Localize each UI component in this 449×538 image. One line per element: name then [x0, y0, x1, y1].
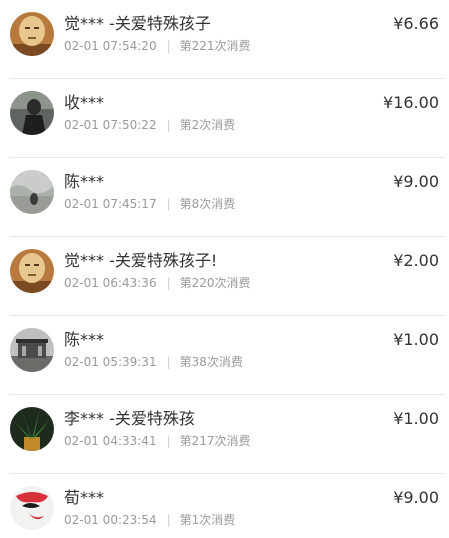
record-amount: ¥1.00	[393, 409, 439, 428]
meta-separator: |	[166, 39, 171, 53]
record-meta: 02-01 00:23:54 | 第1次消费	[64, 512, 235, 528]
record-count: 第221次消费	[179, 39, 251, 53]
record-amount: ¥1.00	[393, 330, 439, 349]
record-amount: ¥9.00	[393, 172, 439, 191]
record-meta: 02-01 07:45:17 | 第8次消费	[64, 196, 235, 212]
record-meta: 02-01 07:50:22 | 第2次消费	[64, 117, 235, 133]
donor-name-line: 觉*** -关爱特殊孩子!	[64, 251, 217, 271]
donor-name: 收***	[64, 93, 105, 112]
dark-person-avatar	[10, 91, 54, 135]
opera-mask-avatar	[10, 486, 54, 530]
list-item: 觉*** -关爱特殊孩子 02-01 07:54:20 | 第221次消费 ¥6.6…	[0, 0, 449, 79]
record-meta: 02-01 05:39:31 | 第38次消费	[64, 354, 243, 370]
donor-name-line: 陈***	[64, 330, 104, 350]
donation-record-list: 觉*** -关爱特殊孩子 02-01 07:54:20 | 第221次消费 ¥6.6…	[0, 0, 449, 538]
record-time: 02-01 07:54:20	[64, 39, 157, 53]
record-meta: 02-01 04:33:41 | 第217次消费	[64, 433, 251, 449]
meta-separator: |	[166, 434, 171, 448]
green-plant-avatar	[10, 407, 54, 451]
record-amount: ¥9.00	[393, 488, 439, 507]
meta-separator: |	[166, 197, 171, 211]
donor-name-line: 荀***	[64, 488, 104, 508]
record-time: 02-01 07:45:17	[64, 197, 157, 211]
donor-name-line: 李*** -关爱特殊孩	[64, 409, 195, 429]
record-amount: ¥6.66	[393, 14, 439, 33]
meta-separator: |	[166, 513, 171, 527]
donor-name: 觉***	[64, 14, 105, 33]
record-time: 02-01 04:33:41	[64, 434, 157, 448]
record-count: 第217次消费	[179, 434, 251, 448]
record-count: 第2次消费	[179, 118, 236, 132]
record-time: 02-01 00:23:54	[64, 513, 157, 527]
meta-separator: |	[166, 118, 171, 132]
misty-landscape-avatar	[10, 170, 54, 214]
list-item: 荀*** 02-01 00:23:54 | 第1次消费 ¥9.00	[0, 474, 449, 538]
donor-note: -关爱特殊孩	[104, 409, 195, 428]
donor-name-line: 收***	[64, 93, 104, 113]
donor-name: 陈***	[64, 172, 105, 191]
record-count: 第38次消费	[179, 355, 243, 369]
record-meta: 02-01 07:54:20 | 第221次消费	[64, 38, 251, 54]
donor-note: -关爱特殊孩子!	[104, 251, 218, 270]
record-amount: ¥16.00	[383, 93, 439, 112]
record-amount: ¥2.00	[393, 251, 439, 270]
record-time: 02-01 06:43:36	[64, 276, 157, 290]
donor-name: 李***	[64, 409, 105, 428]
record-time: 02-01 05:39:31	[64, 355, 157, 369]
record-time: 02-01 07:50:22	[64, 118, 157, 132]
donor-name: 觉***	[64, 251, 105, 270]
donor-note: -关爱特殊孩子	[104, 14, 211, 33]
list-item: 陈*** 02-01 05:39:31 | 第38次消费 ¥1.00	[0, 316, 449, 395]
list-item: 收*** 02-01 07:50:22 | 第2次消费 ¥16.00	[0, 79, 449, 158]
list-item: 陈*** 02-01 07:45:17 | 第8次消费 ¥9.00	[0, 158, 449, 237]
meta-separator: |	[166, 355, 171, 369]
buddha-face-avatar	[10, 249, 54, 293]
donor-name: 陈***	[64, 330, 105, 349]
buddha-face-avatar	[10, 12, 54, 56]
donor-name-line: 觉*** -关爱特殊孩子	[64, 14, 211, 34]
record-count: 第8次消费	[179, 197, 236, 211]
record-meta: 02-01 06:43:36 | 第220次消费	[64, 275, 251, 291]
list-item: 觉*** -关爱特殊孩子! 02-01 06:43:36 | 第220次消费 ¥2.…	[0, 237, 449, 316]
record-count: 第1次消费	[179, 513, 236, 527]
meta-separator: |	[166, 276, 171, 290]
donor-name: 荀***	[64, 488, 105, 507]
gray-pavilion-avatar	[10, 328, 54, 372]
donor-name-line: 陈***	[64, 172, 104, 192]
list-item: 李*** -关爱特殊孩 02-01 04:33:41 | 第217次消费 ¥1.00	[0, 395, 449, 474]
record-count: 第220次消费	[179, 276, 251, 290]
